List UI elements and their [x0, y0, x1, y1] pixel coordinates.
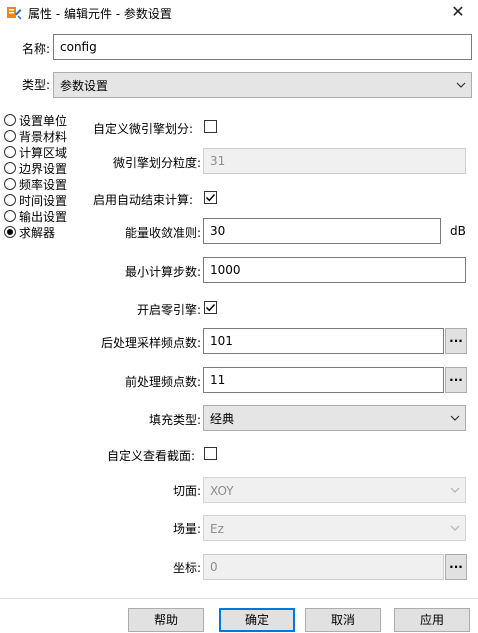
ellipsis-icon: ... — [449, 370, 463, 384]
close-icon: ✕ — [451, 2, 465, 21]
chevron-down-icon — [450, 415, 460, 421]
post-freq-points-input[interactable]: 101 — [203, 328, 444, 354]
post-freq-points-value: 101 — [210, 334, 233, 348]
chevron-down-icon — [450, 487, 460, 493]
custom-section-label: 自定义查看截面: — [107, 449, 196, 463]
zero-engine-checkbox[interactable] — [204, 301, 217, 314]
pre-freq-points-value: 11 — [210, 373, 226, 387]
radio-label: 背景材料 — [19, 130, 68, 144]
coord-input[interactable]: 0 — [203, 554, 444, 580]
radio-selected-dot — [7, 229, 13, 235]
field-label: 场量: — [172, 522, 201, 536]
name-input[interactable]: config — [53, 34, 472, 60]
custom-section-checkbox[interactable] — [204, 447, 217, 460]
pre-freq-points-label: 前处理频点数: — [124, 375, 201, 389]
pre-freq-points-browse-button[interactable]: ... — [445, 367, 467, 393]
cancel-button[interactable]: 取消 — [305, 608, 381, 632]
auto-end-checkbox[interactable] — [204, 191, 217, 204]
radio-button[interactable] — [4, 194, 16, 206]
window-title: 属性 - 编辑元件 - 参数设置 — [28, 7, 172, 21]
type-label: 类型: — [22, 78, 51, 92]
energy-criterion-input[interactable]: 30 — [203, 218, 441, 244]
help-button[interactable]: 帮助 — [128, 608, 204, 632]
coord-browse-button[interactable]: ... — [445, 554, 467, 580]
min-steps-value: 1000 — [210, 263, 241, 277]
type-select[interactable]: 参数设置 — [53, 72, 472, 98]
energy-criterion-label: 能量收敛准则: — [124, 226, 201, 240]
apply-button[interactable]: 应用 — [394, 608, 470, 632]
auto-end-label: 启用自动结束计算: — [93, 193, 194, 207]
min-steps-label: 最小计算步数: — [124, 265, 201, 279]
post-freq-points-label: 后处理采样频点数: — [100, 336, 201, 350]
plane-label: 切面: — [172, 484, 201, 498]
custom-engine-split-checkbox[interactable] — [204, 120, 217, 133]
chevron-down-icon — [450, 525, 460, 531]
cancel-button-label: 取消 — [330, 613, 355, 627]
radio-button[interactable] — [4, 210, 16, 222]
ellipsis-icon: ... — [449, 557, 463, 571]
help-button-label: 帮助 — [153, 613, 178, 627]
fill-type-select[interactable]: 经典 — [203, 405, 466, 431]
radio-label: 计算区域 — [19, 146, 68, 160]
plane-value: XOY — [210, 484, 234, 498]
ok-button[interactable]: 确定 — [219, 608, 295, 632]
radio-button[interactable] — [4, 178, 16, 190]
radio-label: 设置单位 — [19, 114, 68, 128]
ok-button-label: 确定 — [244, 613, 269, 627]
engine-granularity-value: 31 — [210, 154, 226, 168]
name-value: config — [60, 40, 97, 54]
radio-label: 求解器 — [19, 226, 56, 240]
apply-button-label: 应用 — [419, 613, 444, 627]
chevron-down-icon — [456, 82, 466, 88]
pre-freq-points-input[interactable]: 11 — [203, 367, 444, 393]
plane-select[interactable]: XOY — [203, 477, 466, 503]
post-freq-points-browse-button[interactable]: ... — [445, 328, 467, 354]
engine-granularity-input[interactable]: 31 — [203, 148, 466, 174]
title-bar: 属性 - 编辑元件 - 参数设置 ✕ — [0, 0, 478, 26]
fill-type-value: 经典 — [210, 412, 235, 426]
fill-type-label: 填充类型: — [148, 413, 201, 427]
coord-label: 坐标: — [172, 561, 201, 575]
custom-engine-split-label: 自定义微引擎划分: — [93, 122, 194, 136]
radio-label: 输出设置 — [19, 210, 68, 224]
radio-button[interactable] — [4, 146, 16, 158]
ellipsis-icon: ... — [449, 331, 463, 345]
radio-button[interactable] — [4, 130, 16, 142]
coord-value: 0 — [210, 560, 218, 574]
zero-engine-label: 开启零引擎: — [136, 303, 201, 317]
field-value: Ez — [210, 522, 224, 536]
energy-unit-label: dB — [450, 224, 466, 238]
properties-app-icon — [7, 7, 22, 20]
radio-label: 时间设置 — [19, 194, 68, 208]
min-steps-input[interactable]: 1000 — [203, 257, 466, 283]
type-value: 参数设置 — [60, 79, 109, 93]
name-label: 名称: — [22, 42, 51, 56]
radio-button[interactable] — [4, 114, 16, 126]
radio-label: 边界设置 — [19, 162, 68, 176]
radio-label: 频率设置 — [19, 178, 68, 192]
check-icon — [206, 304, 216, 312]
radio-button[interactable] — [4, 162, 16, 174]
close-button[interactable]: ✕ — [438, 0, 478, 26]
engine-granularity-label: 微引擎划分粒度: — [112, 156, 201, 170]
check-icon — [206, 194, 216, 202]
radio-button-selected[interactable] — [4, 226, 16, 238]
energy-criterion-value: 30 — [210, 224, 226, 238]
footer-divider — [0, 598, 478, 599]
field-select[interactable]: Ez — [203, 515, 466, 541]
